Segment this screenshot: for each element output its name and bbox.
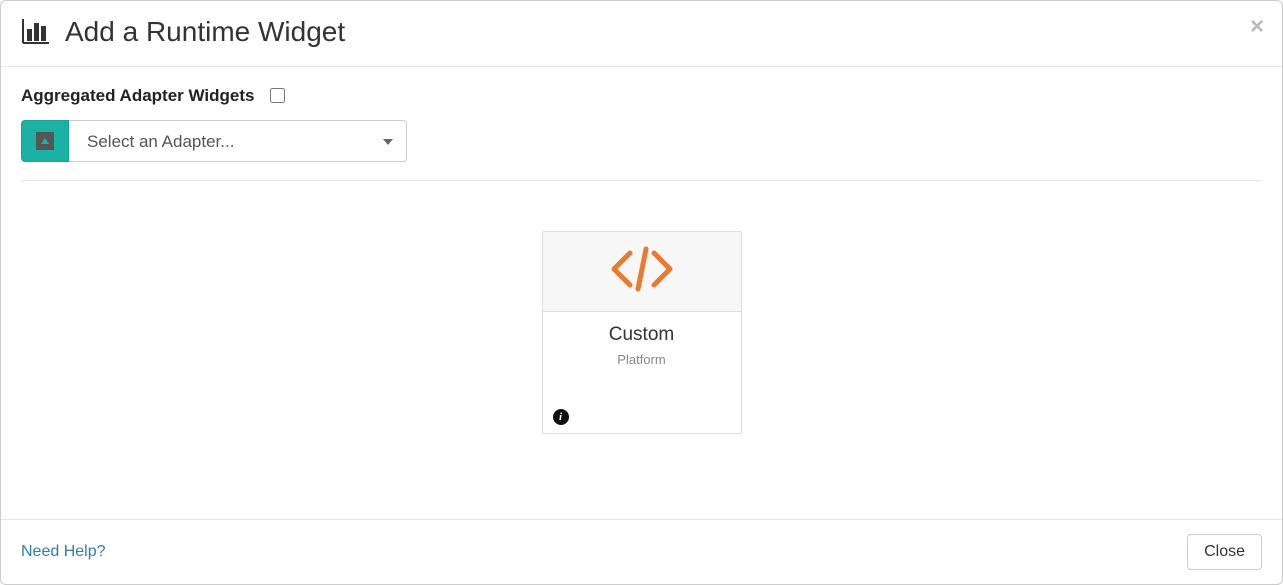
modal-footer: Need Help? Close (1, 519, 1282, 584)
widget-card-body: Custom Platform i (543, 312, 741, 433)
aggregated-checkbox[interactable] (270, 88, 285, 103)
adapter-badge-icon (36, 132, 54, 150)
widget-card-custom[interactable]: Custom Platform i (542, 231, 742, 434)
widget-card-subtitle: Platform (553, 352, 731, 367)
adapter-select[interactable]: Select an Adapter... (69, 120, 407, 162)
modal-title-row: Add a Runtime Widget (21, 16, 345, 48)
widget-card-icon-area (543, 232, 741, 312)
aggregated-row: Aggregated Adapter Widgets (21, 85, 1262, 106)
code-icon (606, 245, 678, 298)
modal-header: Add a Runtime Widget × (1, 1, 1282, 67)
widget-card-row: Custom Platform i (21, 231, 1262, 434)
adapter-badge (21, 120, 69, 162)
bar-chart-icon (21, 19, 51, 45)
need-help-link[interactable]: Need Help? (21, 543, 106, 561)
adapter-row: Select an Adapter... (21, 120, 1262, 162)
close-button[interactable]: Close (1187, 534, 1262, 570)
info-icon[interactable]: i (553, 409, 569, 425)
divider (21, 180, 1262, 181)
widget-card-title: Custom (553, 324, 731, 346)
modal-title: Add a Runtime Widget (65, 16, 345, 48)
widget-card-info-row: i (553, 367, 731, 425)
modal-body: Aggregated Adapter Widgets Select an Ada… (1, 67, 1282, 519)
aggregated-label: Aggregated Adapter Widgets (21, 86, 254, 106)
adapter-select-wrap: Select an Adapter... (69, 120, 407, 162)
add-runtime-widget-modal: Add a Runtime Widget × Aggregated Adapte… (0, 0, 1283, 585)
close-icon[interactable]: × (1250, 15, 1264, 39)
